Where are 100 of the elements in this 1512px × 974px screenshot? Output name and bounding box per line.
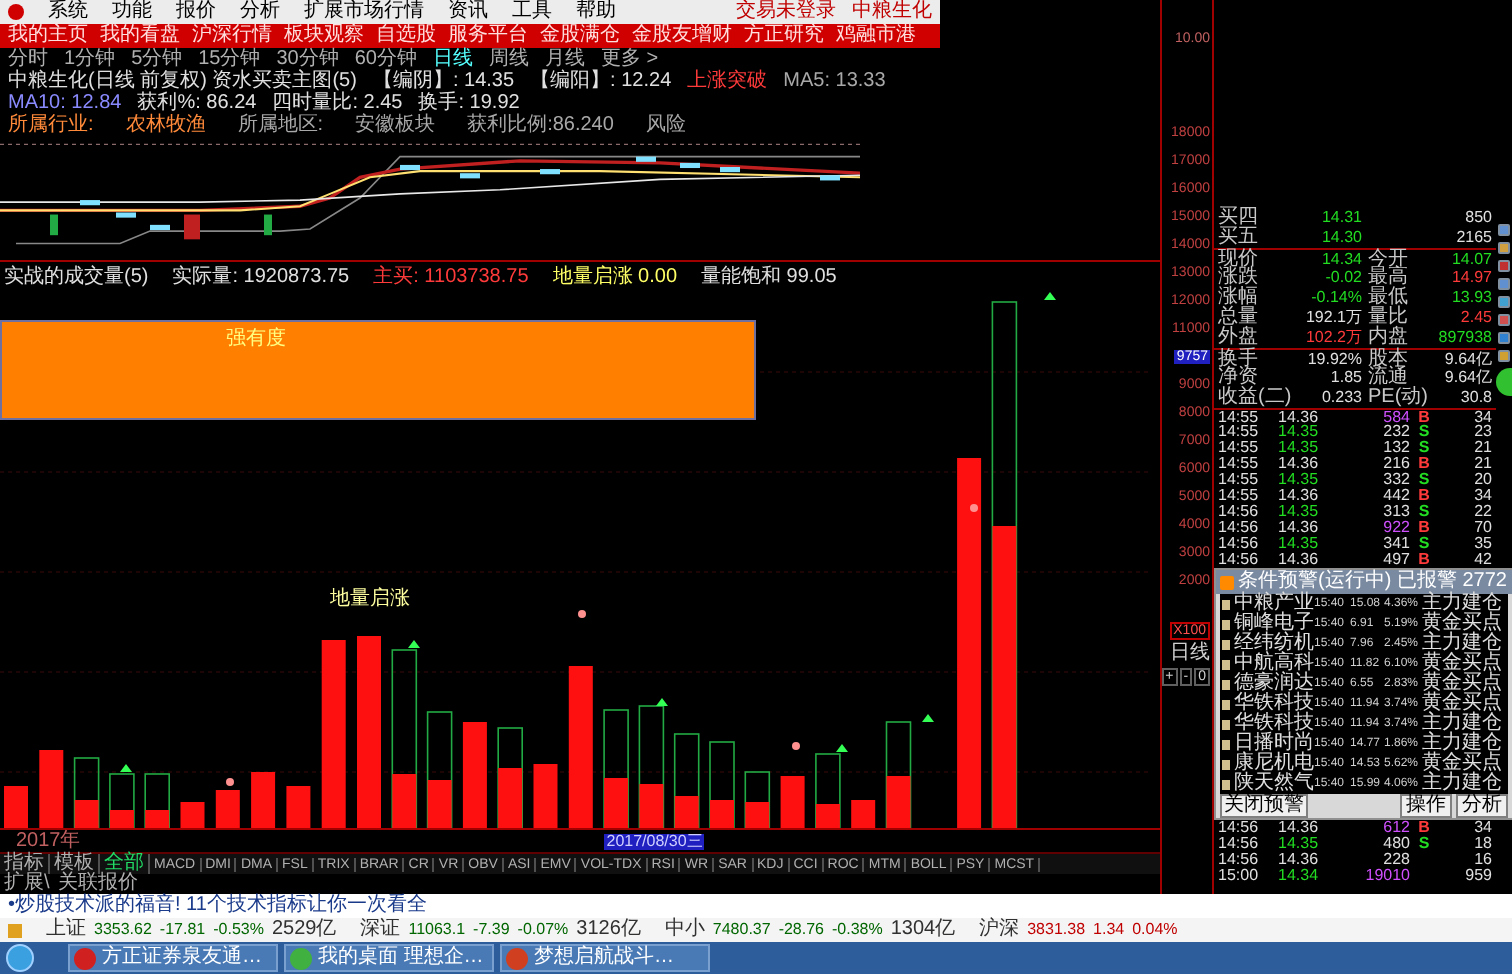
index-value: 3831.38 xyxy=(1027,922,1086,938)
period-tab[interactable]: 60分钟 xyxy=(354,49,417,69)
quote-value: 13.93 xyxy=(1451,290,1492,306)
alert-icon xyxy=(1220,575,1234,589)
tick-count: 959 xyxy=(1465,868,1492,884)
tick-side: B xyxy=(1416,456,1432,472)
nav-tab[interactable]: 方正研究 xyxy=(744,24,824,48)
tick-price: 14.35 xyxy=(1278,504,1321,520)
menu-item[interactable]: 工具 xyxy=(512,0,552,24)
volume-bar xyxy=(4,786,28,828)
tick-time: 14:56 xyxy=(1218,520,1261,536)
alert-action-button[interactable]: 分析 xyxy=(1456,794,1508,818)
index-change: -7.39 xyxy=(473,922,510,938)
nav-tab[interactable]: 我的看盘 xyxy=(100,24,180,48)
info-text: 获利比例:86.240 xyxy=(467,114,614,136)
signal-dot xyxy=(226,778,234,786)
menu-item[interactable]: 功能 xyxy=(112,0,152,24)
menu-item[interactable]: 帮助 xyxy=(576,0,616,24)
menu-item[interactable]: 资讯 xyxy=(448,0,488,24)
tick-count: 21 xyxy=(1474,440,1492,456)
tick-volume: 497 xyxy=(1381,552,1410,568)
alert-stock: 经纬纺机 xyxy=(1234,634,1314,654)
tick-side: B xyxy=(1416,820,1432,836)
signal-triangle xyxy=(1044,292,1056,300)
volume-bar xyxy=(780,776,805,828)
tick-count: 34 xyxy=(1474,488,1492,504)
signal-triangle xyxy=(656,698,668,706)
menu-item[interactable]: 分析 xyxy=(240,0,280,24)
tick-side: S xyxy=(1416,504,1432,520)
nav-tab[interactable]: 沪深行情 xyxy=(192,24,272,48)
volume-bar xyxy=(215,790,240,828)
quote-value: 19.92% xyxy=(1305,351,1362,367)
taskbar-button[interactable]: 方正证券泉友通… xyxy=(68,944,278,972)
nav-tab[interactable]: 金股满仓 xyxy=(540,24,620,48)
info-text: 【编阳】: 12.24 xyxy=(530,70,672,92)
tick-volume: 332 xyxy=(1381,472,1410,488)
info-text: 农林牧渔 xyxy=(125,114,206,136)
tick-side: S xyxy=(1416,440,1432,456)
quote-label: 现价 xyxy=(1218,249,1260,269)
period-tab[interactable]: 5分钟 xyxy=(131,49,183,69)
period-tab[interactable]: 分时 xyxy=(8,49,48,69)
volume-bar xyxy=(251,772,276,828)
tick-side: S xyxy=(1416,424,1432,440)
period-tab[interactable]: 周线 xyxy=(489,49,529,69)
alert-action-button[interactable]: 操作 xyxy=(1400,794,1452,818)
volume-bar xyxy=(604,778,629,828)
side-tab-icon[interactable] xyxy=(1496,368,1512,396)
nav-tab[interactable]: 鸡融市港 xyxy=(836,24,916,48)
signal-dot xyxy=(578,610,586,618)
signal-dot xyxy=(970,504,978,512)
overlay-text: 强有度 xyxy=(226,330,286,354)
quote-label: 买五 xyxy=(1218,228,1260,248)
extension-tab[interactable]: 扩展\ xyxy=(4,874,50,894)
nav-tab[interactable]: 服务平台 xyxy=(448,24,528,48)
quote-label: 股本 xyxy=(1368,349,1408,369)
hollow-volume-bar xyxy=(709,741,735,828)
quote-value: -0.02 xyxy=(1323,270,1362,286)
extension-tab[interactable]: 关联报价 xyxy=(57,874,138,894)
period-tab[interactable]: 1分钟 xyxy=(64,49,116,69)
info-text: 四时量比: 2.45 xyxy=(272,92,403,114)
tick-volume: 232 xyxy=(1381,424,1410,440)
indicator-tab[interactable]: 指标 xyxy=(0,854,50,874)
volume-bar xyxy=(498,768,523,828)
period-tab[interactable]: 日线 xyxy=(433,49,473,69)
tick-time: 14:55 xyxy=(1218,456,1261,472)
info-text: 换手: 19.92 xyxy=(418,92,520,114)
period-tab[interactable]: 15分钟 xyxy=(198,49,261,69)
period-tab[interactable]: 30分钟 xyxy=(276,49,339,69)
tick-side: B xyxy=(1416,520,1432,536)
indicator-tab[interactable]: 全部 xyxy=(100,854,150,874)
period-tab[interactable]: 月线 xyxy=(545,49,585,69)
quote-label: 今开 xyxy=(1368,249,1408,269)
index-change: -28.76 xyxy=(778,922,824,938)
menu-item[interactable]: 报价 xyxy=(176,0,216,24)
nav-tab[interactable]: 我的主页 xyxy=(8,24,88,48)
tick-count: 34 xyxy=(1474,820,1492,836)
index-amount: 1304亿 xyxy=(890,918,956,942)
alert-signal: 主力建仓 xyxy=(1422,774,1502,794)
quote-label: 总量 xyxy=(1218,308,1260,328)
close-alert-button[interactable]: 关闭预警 xyxy=(1220,794,1308,818)
quote-value: 14.31 xyxy=(1319,210,1362,226)
info-text: 地量启涨 0.00 xyxy=(552,266,678,288)
index-amount: 2529亿 xyxy=(271,918,337,942)
nav-tab[interactable]: 金股友增财 xyxy=(632,24,732,48)
volume-bar xyxy=(462,722,487,828)
tick-side: B xyxy=(1416,488,1432,504)
menu-status[interactable]: 中粮生化 xyxy=(852,0,932,24)
app-icon xyxy=(290,947,312,969)
nav-tab[interactable]: 板块观察 xyxy=(284,24,364,48)
info-text: 实战的成交量(5) xyxy=(4,266,149,288)
quote-label: 量比 xyxy=(1368,308,1408,328)
info-text: 实际量: 1920873.75 xyxy=(172,266,350,288)
nav-tab[interactable]: 自选股 xyxy=(376,24,436,48)
period-tab[interactable]: 更多 > xyxy=(601,49,659,69)
start-button-icon[interactable] xyxy=(6,944,34,972)
indicator-tab[interactable]: 模板 xyxy=(50,854,100,874)
hollow-volume-bar xyxy=(638,705,665,828)
taskbar-button[interactable]: 我的桌面 理想企… xyxy=(284,944,494,972)
alert-signal: 主力建仓 xyxy=(1422,594,1502,614)
taskbar-button[interactable]: 梦想启航战斗… xyxy=(500,944,710,972)
